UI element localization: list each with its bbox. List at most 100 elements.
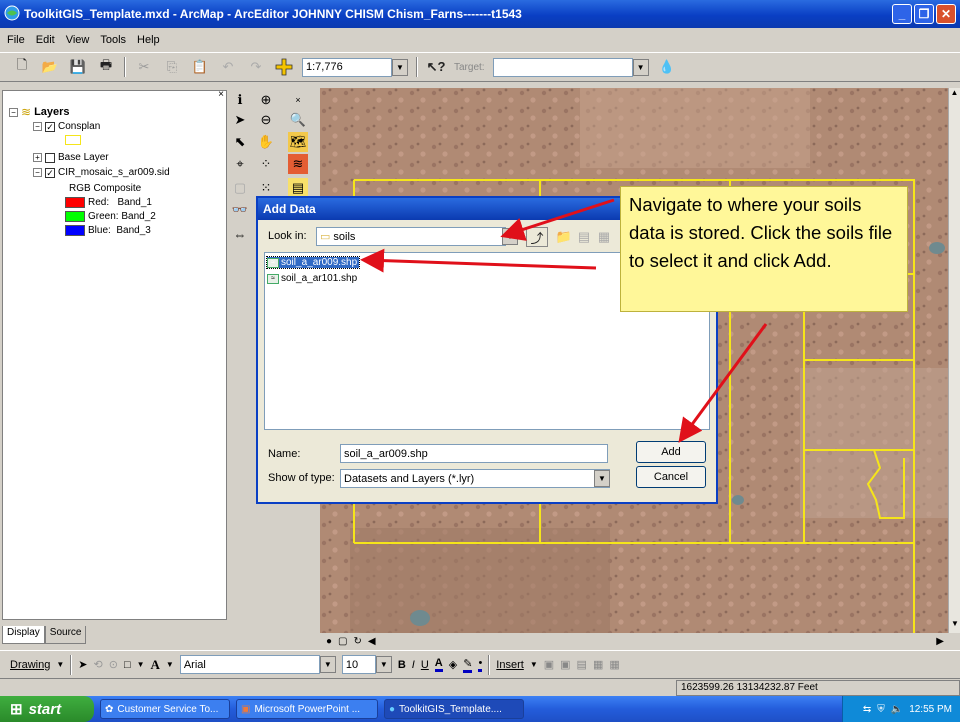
cut-icon[interactable]: ✂ xyxy=(134,57,154,77)
rectangle-icon[interactable]: □ xyxy=(124,659,131,671)
map-scale-input[interactable]: 1:7,776 xyxy=(302,57,392,77)
target-input[interactable] xyxy=(492,57,633,77)
find-icon[interactable]: 🔍 xyxy=(288,110,308,130)
font-size-dropdown[interactable]: ▼ xyxy=(375,656,392,673)
show-type-dropdown[interactable]: ▼ xyxy=(594,470,610,487)
menu-view[interactable]: View xyxy=(65,34,91,46)
menu-edit[interactable]: Edit xyxy=(35,34,56,46)
close-button[interactable]: ✕ xyxy=(936,4,956,24)
task-powerpoint[interactable]: ▣ Microsoft PowerPoint ... xyxy=(236,699,378,719)
layers-root[interactable]: − ≋ Layers xyxy=(9,105,70,119)
italic-icon[interactable]: I xyxy=(412,659,415,671)
redo-icon[interactable]: ↷ xyxy=(246,57,266,77)
layout-tool-4-icon[interactable]: ▦ xyxy=(593,658,603,671)
tab-source[interactable]: Source xyxy=(44,626,87,644)
target-dropdown[interactable]: ▼ xyxy=(632,58,649,76)
disconnect-folder-icon[interactable]: ▤ xyxy=(574,227,594,247)
dropdown-icon[interactable]: ▼ xyxy=(166,660,174,669)
restore-button[interactable]: ❐ xyxy=(914,4,934,24)
up-one-level-icon[interactable]: ⤴ xyxy=(526,227,548,247)
select-arrow-icon[interactable]: ➤ xyxy=(230,110,250,130)
identify-icon[interactable]: ℹ xyxy=(230,90,250,110)
zoom-whole-page-icon[interactable]: ⊙ xyxy=(109,658,118,671)
look-in-dropdown[interactable]: ▼ xyxy=(502,228,518,245)
refresh-icon[interactable]: ↻ xyxy=(354,636,362,647)
security-icon[interactable]: ⛨ xyxy=(877,704,885,715)
map-tool-3-icon[interactable]: ▤ xyxy=(288,178,308,198)
scroll-left-icon[interactable]: ◀ xyxy=(368,636,376,647)
save-icon[interactable]: 💾 xyxy=(68,57,88,77)
editor-droplet-icon[interactable]: 💧 xyxy=(657,57,677,77)
network-icon[interactable]: ⇆ xyxy=(863,704,871,715)
underline-icon[interactable]: U xyxy=(421,659,429,671)
minimize-button[interactable]: _ xyxy=(892,4,912,24)
layer-checkbox[interactable] xyxy=(45,152,55,163)
copy-icon[interactable]: ⎘ xyxy=(162,57,182,77)
data-view-icon[interactable]: ● xyxy=(326,636,332,647)
layout-view-icon[interactable]: ▢ xyxy=(338,636,347,647)
file-item[interactable]: ≈ soil_a_ar101.shp xyxy=(267,273,359,284)
font-color-icon[interactable]: A xyxy=(434,657,443,672)
add-data-icon[interactable] xyxy=(274,57,294,77)
connect-folder-icon[interactable]: 📁 xyxy=(554,227,574,247)
start-button[interactable]: ⊞ start xyxy=(0,696,94,722)
pan-hand-icon[interactable]: ✋ xyxy=(256,132,276,152)
cancel-button[interactable]: Cancel xyxy=(636,466,706,488)
map-scale-combo[interactable]: 1:7,776 xyxy=(302,57,392,77)
whats-this-help-icon[interactable]: ↖? xyxy=(426,57,446,77)
measure-icon[interactable]: ⇔ xyxy=(230,224,250,244)
insert-menu[interactable]: Insert xyxy=(496,659,524,671)
consplan-symbol[interactable] xyxy=(65,135,81,145)
layer-cir-mosaic[interactable]: − ✓ CIR_mosaic_s_ar009.sid xyxy=(33,167,170,178)
scroll-right-icon[interactable]: ▶ xyxy=(936,636,944,647)
collapse-icon[interactable]: − xyxy=(33,122,42,131)
print-icon[interactable]: 🖶 xyxy=(96,57,116,77)
new-document-icon[interactable]: 🗋 xyxy=(12,57,32,77)
fixed-zoom-out-icon[interactable]: ⁙ xyxy=(256,178,276,198)
paste-icon[interactable]: 📋 xyxy=(190,57,210,77)
map-tool-2-icon[interactable]: ≋ xyxy=(288,154,308,174)
font-dropdown[interactable]: ▼ xyxy=(319,656,336,673)
select-elements-icon[interactable]: ➤ xyxy=(78,658,87,671)
expand-icon[interactable]: + xyxy=(33,153,42,162)
layer-consplan[interactable]: − ✓ Consplan xyxy=(33,121,100,132)
map-scale-dropdown[interactable]: ▼ xyxy=(392,58,408,76)
menu-help[interactable]: Help xyxy=(136,34,161,46)
zoom-out-icon[interactable]: ⊖ xyxy=(256,110,276,130)
drawing-menu[interactable]: Drawing xyxy=(10,659,50,671)
font-input[interactable]: Arial xyxy=(179,655,320,674)
name-input[interactable]: soil_a_ar009.shp xyxy=(340,444,608,463)
scroll-down-icon[interactable]: ▼ xyxy=(949,619,960,633)
show-type-select[interactable]: Datasets and Layers (*.lyr) xyxy=(340,469,610,488)
scroll-up-icon[interactable]: ▲ xyxy=(949,88,960,102)
view-icon[interactable]: ▦ xyxy=(594,227,614,247)
toc-close-icon[interactable]: × xyxy=(218,89,224,100)
map-horizontal-scrollbar[interactable]: ● ▢ ↻ ◀ ▶ xyxy=(320,633,948,649)
layer-checkbox[interactable]: ✓ xyxy=(45,121,55,132)
clock[interactable]: 12:55 PM xyxy=(909,704,952,715)
collapse-icon[interactable]: − xyxy=(9,107,18,117)
dropdown-icon[interactable]: ▼ xyxy=(530,660,538,669)
rotate-icon[interactable]: ⟲ xyxy=(94,658,103,671)
new-text-icon[interactable]: A xyxy=(151,657,160,673)
layout-tool-icon[interactable]: ▣ xyxy=(544,658,554,671)
find-binoculars-icon[interactable]: 👓 xyxy=(230,200,250,220)
layout-tool-5-icon[interactable]: ▦ xyxy=(609,658,619,671)
zoom-in-icon[interactable]: ⊕ xyxy=(256,90,276,110)
layer-checkbox[interactable]: ✓ xyxy=(45,167,55,178)
marker-color-icon[interactable]: • xyxy=(478,657,483,672)
volume-icon[interactable]: 🔈 xyxy=(891,704,903,715)
task-customer-service[interactable]: ✿ Customer Service To... xyxy=(100,699,230,719)
dropdown-icon[interactable]: ▼ xyxy=(56,660,64,669)
add-button[interactable]: Add xyxy=(636,441,706,463)
fill-color-icon[interactable]: ◈ xyxy=(449,658,457,671)
dropdown-icon[interactable]: ▼ xyxy=(137,660,145,669)
menu-file[interactable]: File xyxy=(6,34,26,46)
edit-vertex-icon[interactable]: ⌖ xyxy=(230,154,250,174)
select-features-icon[interactable]: ⬉ xyxy=(230,132,250,152)
layout-tool-2-icon[interactable]: ▣ xyxy=(560,658,570,671)
undo-icon[interactable]: ↶ xyxy=(218,57,238,77)
collapse-icon[interactable]: − xyxy=(33,168,42,177)
toolbar-close-icon[interactable]: × xyxy=(288,90,308,110)
bold-icon[interactable]: B xyxy=(398,659,406,671)
